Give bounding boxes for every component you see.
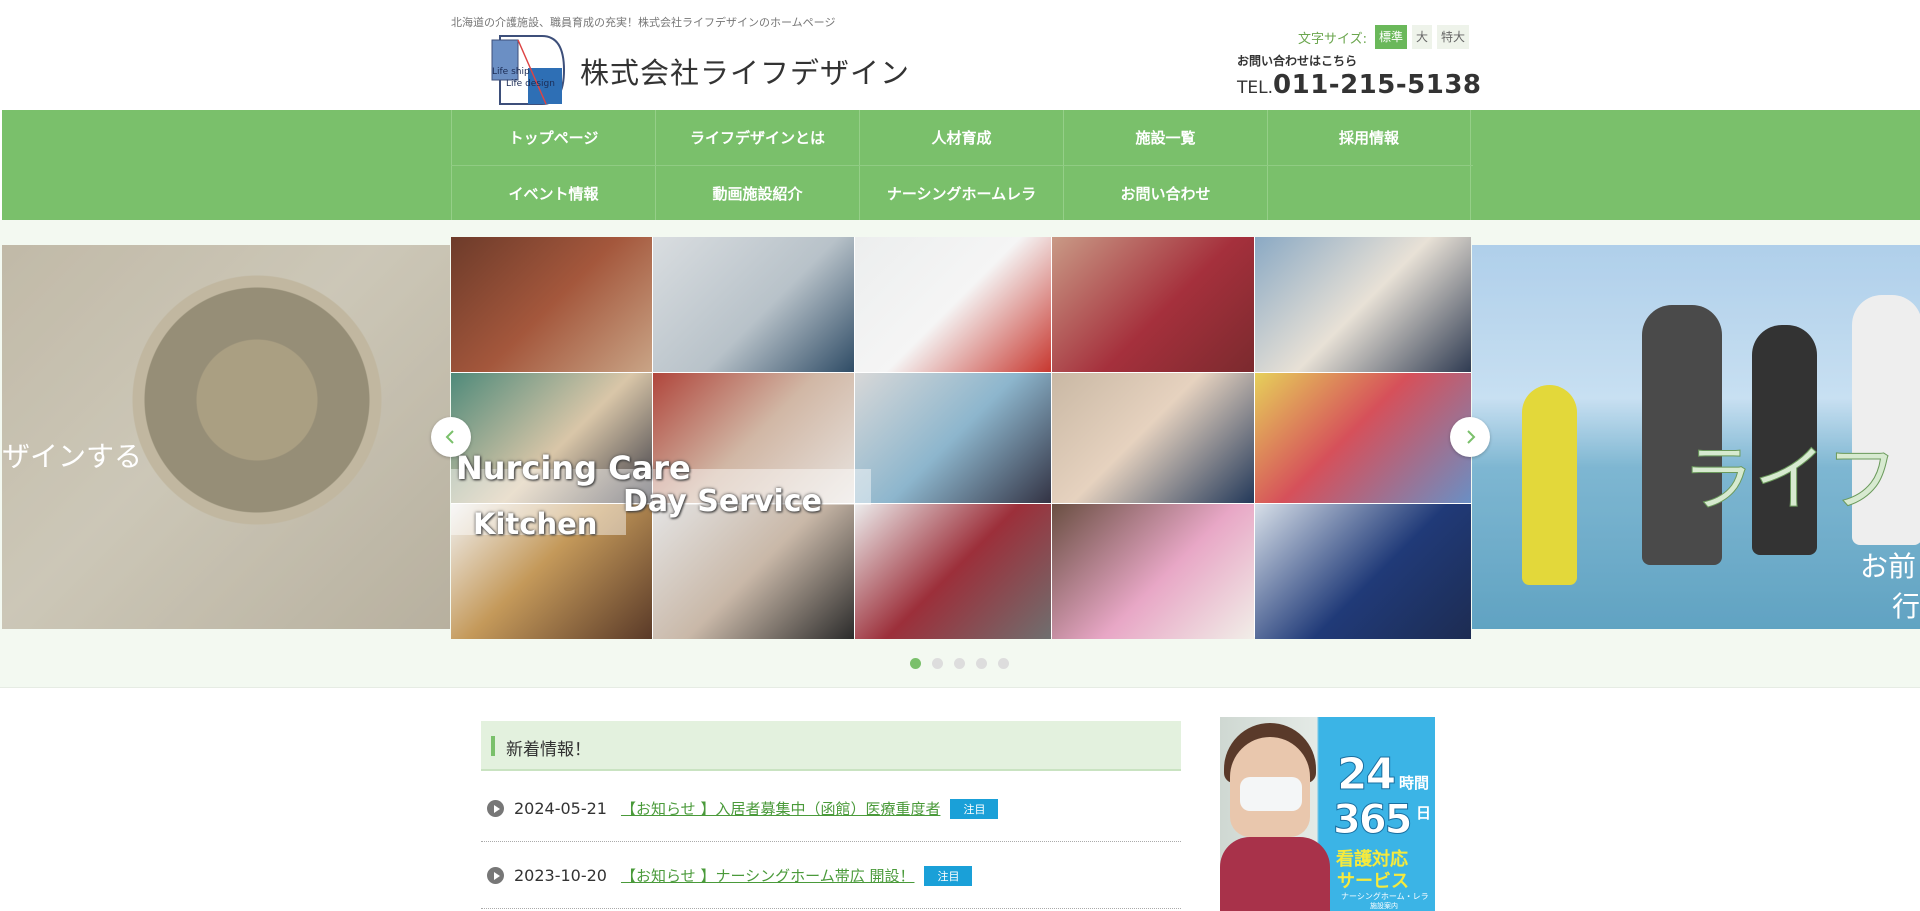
photo-tile — [653, 237, 854, 372]
chevron-right-icon — [1467, 430, 1476, 444]
photo-tile — [855, 504, 1051, 639]
slider-prev-button[interactable] — [431, 417, 471, 457]
slider-next-button[interactable] — [1450, 417, 1490, 457]
font-size-xlarge-button[interactable]: 特大 — [1437, 25, 1470, 49]
tel-number[interactable]: 011-215-5138 — [1273, 70, 1482, 100]
slide-next-caption: ライフ — [1681, 437, 1899, 522]
main-nav: トップページ ライフデザインとは 人材育成 施設一覧 採用情報 イベント情報 動… — [2, 110, 1920, 221]
news-heading: 新着情報！ — [506, 740, 591, 760]
nav-item-training[interactable]: 人材育成 — [859, 110, 1063, 165]
chevron-left-icon — [445, 430, 454, 444]
nav-item-about[interactable]: ライフデザインとは — [655, 110, 859, 165]
slide-next-sub-2: 行 — [1892, 590, 1920, 623]
collage-text-dayservice: Day Service — [623, 484, 822, 519]
nav-item-recruit[interactable]: 採用情報 — [1267, 110, 1471, 165]
nav-row-1: トップページ ライフデザインとは 人材育成 施設一覧 採用情報 — [451, 110, 1473, 165]
font-size-large-button[interactable]: 大 — [1412, 25, 1433, 49]
company-logo[interactable]: Life ship Life design — [490, 34, 566, 108]
news-badge: 注目 — [924, 865, 973, 886]
nav-item-facilities[interactable]: 施設一覧 — [1063, 110, 1267, 165]
slide-next-preview: ライフ お前 行 — [1472, 245, 1920, 629]
banner-nurse-mask — [1240, 777, 1302, 811]
slider-dot[interactable] — [998, 658, 1009, 669]
person-figure-1 — [1522, 385, 1577, 585]
nav-item-top[interactable]: トップページ — [451, 110, 655, 165]
news-date: 2023-10-20 — [514, 866, 607, 885]
slider-dot[interactable] — [976, 658, 987, 669]
banner-days: 日 — [1416, 804, 1432, 822]
slider-dot[interactable] — [954, 658, 965, 669]
site-tagline: 北海道の介護施設、職員育成の充実！株式会社ライフデザインのホームページ — [451, 16, 836, 29]
logo-text-1: Life ship — [492, 67, 530, 77]
current-slide-collage — [451, 237, 1471, 639]
news-badge: 注目 — [950, 798, 999, 819]
news-link[interactable]: 【お知らせ 】ナーシングホーム帯広 開設！ — [621, 865, 915, 886]
play-bullet-icon — [487, 800, 504, 817]
photo-tile — [451, 237, 652, 372]
banner-hours: 時間 — [1399, 774, 1430, 792]
font-size-switcher: 文字サイズ: 標準 大 特大 — [1298, 25, 1470, 49]
slider-dot[interactable] — [910, 658, 921, 669]
collage-text-kitchen: Kitchen — [473, 507, 598, 541]
photo-tile — [855, 373, 1051, 503]
news-item: 2023-10-20 【お知らせ 】ナーシングホーム帯広 開設！ 注目 — [481, 843, 1181, 909]
nav-item-events[interactable]: イベント情報 — [451, 166, 655, 221]
collage-text-nursing: Nurcing Care — [456, 449, 691, 487]
news-header-accent — [491, 736, 495, 756]
photo-tile — [1255, 237, 1471, 372]
photo-tile — [1255, 373, 1471, 503]
news-header: 新着情報！ — [481, 721, 1181, 771]
nav-item-nursing-home-rera[interactable]: ナーシングホームレラ — [859, 166, 1063, 221]
tel-prefix: TEL. — [1237, 78, 1274, 98]
company-name[interactable]: 株式会社ライフデザイン — [580, 50, 910, 92]
photo-tile — [1052, 504, 1254, 639]
slide-prev-caption: ザインする — [2, 440, 143, 473]
logo-text-2: Life design — [506, 79, 555, 89]
news-link[interactable]: 【お知らせ 】入居者募集中（函館）医療重度者 — [621, 798, 940, 819]
font-size-normal-button[interactable]: 標準 — [1375, 25, 1408, 49]
nav-item-videos[interactable]: 動画施設紹介 — [655, 166, 859, 221]
contact-label: お問い合わせはこちら — [1237, 54, 1358, 68]
slider-dots — [910, 658, 1009, 669]
photo-tile — [855, 237, 1051, 372]
nav-item-contact[interactable]: お問い合わせ — [1063, 166, 1267, 221]
photo-tile — [1052, 373, 1254, 503]
news-item: 2024-05-21 【お知らせ 】入居者募集中（函館）医療重度者 注目 — [481, 776, 1181, 842]
nav-row-2: イベント情報 動画施設紹介 ナーシングホームレラ お問い合わせ — [451, 165, 1473, 221]
banner-nurse-scrub — [1220, 837, 1330, 911]
photo-tile — [1255, 504, 1471, 639]
font-size-label: 文字サイズ: — [1298, 31, 1367, 47]
banner-service: サービス — [1337, 871, 1409, 892]
banner-365: 365 — [1333, 797, 1413, 844]
banner-facility-guide: 施設案内 — [1370, 902, 1398, 910]
play-bullet-icon — [487, 867, 504, 884]
nav-item-empty — [1267, 166, 1471, 221]
slide-next-sub-1: お前 — [1860, 550, 1917, 583]
nursing-service-banner[interactable]: 24 時間 365 日 看護対応 サービス ナーシングホーム・レラ 施設案内 — [1220, 717, 1435, 911]
phone-number[interactable]: TEL.011-215-5138 — [1237, 70, 1482, 100]
slider-dot[interactable] — [932, 658, 943, 669]
slide-prev-preview: ザインする — [2, 245, 450, 629]
banner-24: 24 — [1336, 749, 1396, 801]
news-date: 2024-05-21 — [514, 799, 607, 818]
photo-tile — [653, 504, 854, 639]
photo-tile — [1052, 237, 1254, 372]
